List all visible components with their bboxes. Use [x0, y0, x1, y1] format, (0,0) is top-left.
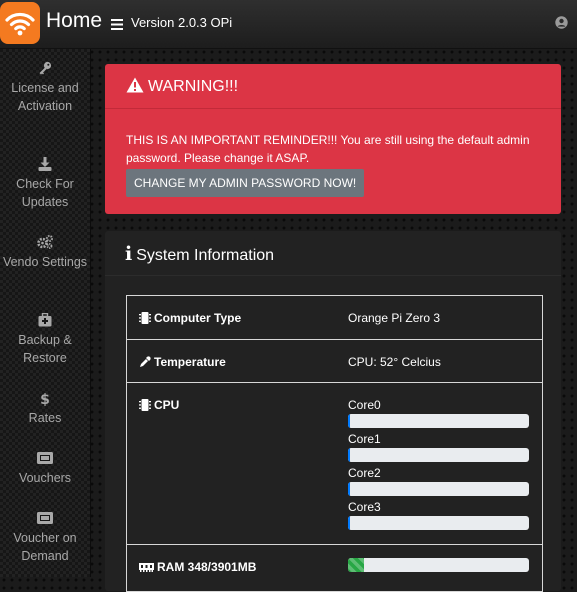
- sidebar-item-label: Rates: [28, 411, 62, 425]
- core2-progress-bar: [348, 482, 529, 496]
- sidebar-item-label: Vouchers: [18, 471, 72, 485]
- table-row: RAM 348/3901MB: [127, 545, 542, 592]
- eyedropper-icon: [140, 356, 151, 367]
- core-label: Core2: [348, 466, 381, 480]
- sidebar-item-license[interactable]: License and Activation: [0, 61, 90, 115]
- wifi-logo-icon[interactable]: [0, 2, 40, 44]
- info-icon: i: [125, 243, 133, 265]
- ram-progress-bar: [348, 558, 529, 572]
- core-label: Core0: [348, 398, 381, 412]
- warning-triangle-icon: [126, 77, 144, 93]
- table-row: Computer Type Orange Pi Zero 3: [127, 296, 542, 340]
- microchip-icon: [139, 399, 151, 411]
- hamburger-menu-icon[interactable]: [111, 17, 123, 35]
- download-icon: [0, 157, 90, 173]
- ticket-icon: [0, 451, 90, 467]
- microchip-icon: [139, 312, 151, 324]
- version-label: Version 2.0.3 OPi: [131, 15, 233, 30]
- ram-label: RAM 348/3901MB: [157, 560, 257, 574]
- svg-text:$: $: [40, 392, 50, 406]
- change-password-button[interactable]: CHANGE MY ADMIN PASSWORD NOW!: [126, 169, 365, 197]
- sidebar-item-label: Backup & Restore: [18, 333, 72, 365]
- core1-progress-bar: [348, 448, 529, 462]
- cogs-icon: [0, 235, 90, 251]
- dollar-icon: $: [0, 391, 90, 408]
- warning-alert: WARNING!!! THIS IS AN IMPORTANT REMINDER…: [105, 64, 561, 214]
- core3-progress-bar: [348, 516, 529, 530]
- temperature-value: CPU: 52° Celcius: [348, 355, 441, 369]
- table-row: Temperature CPU: 52° Celcius: [127, 340, 542, 383]
- top-navbar: Home Version 2.0.3 OPi: [0, 0, 577, 49]
- memory-icon: [139, 563, 154, 572]
- sidebar-item-label: Check For Updates: [16, 177, 74, 209]
- sidebar-item-label: Voucher on Demand: [13, 531, 77, 563]
- sidebar-item-updates[interactable]: Check For Updates: [0, 157, 90, 211]
- sidebar-item-label: License and Activation: [11, 81, 79, 113]
- sidebar-item-label: Vendo Settings: [2, 255, 88, 269]
- sidebar-item-vendo-settings[interactable]: Vendo Settings: [0, 235, 90, 271]
- key-icon: [0, 61, 90, 77]
- sidebar-item-voucher-on-demand[interactable]: Voucher on Demand: [0, 511, 90, 565]
- system-info-table: Computer Type Orange Pi Zero 3 Temperatu…: [126, 295, 543, 592]
- sidebar-item-rates[interactable]: $ Rates: [0, 391, 90, 427]
- table-row: CPU Core0 Core1 Core2 Core3: [127, 383, 542, 545]
- system-information-title: i System Information: [105, 231, 561, 276]
- warning-title: WARNING!!!: [105, 64, 561, 109]
- computer-type-value: Orange Pi Zero 3: [348, 311, 441, 325]
- system-information-card: i System Information Computer Type Orange…: [105, 231, 561, 592]
- sidebar-item-backup-restore[interactable]: Backup & Restore: [0, 312, 90, 367]
- ticket-icon: [0, 511, 90, 527]
- medkit-icon: [0, 312, 90, 329]
- sidebar: License and Activation Check For Updates…: [0, 49, 91, 577]
- computer-type-label: Computer Type: [154, 311, 242, 325]
- core-label: Core3: [348, 500, 381, 514]
- core0-progress-bar: [348, 414, 529, 428]
- core-label: Core1: [348, 432, 381, 446]
- cpu-label: CPU: [154, 398, 180, 412]
- sidebar-item-vouchers[interactable]: Vouchers: [0, 451, 90, 487]
- user-avatar-icon[interactable]: [555, 16, 568, 34]
- warning-message: THIS IS AN IMPORTANT REMINDER!!! You are…: [126, 133, 530, 165]
- temperature-label: Temperature: [154, 355, 226, 369]
- page-title: Home: [46, 9, 103, 32]
